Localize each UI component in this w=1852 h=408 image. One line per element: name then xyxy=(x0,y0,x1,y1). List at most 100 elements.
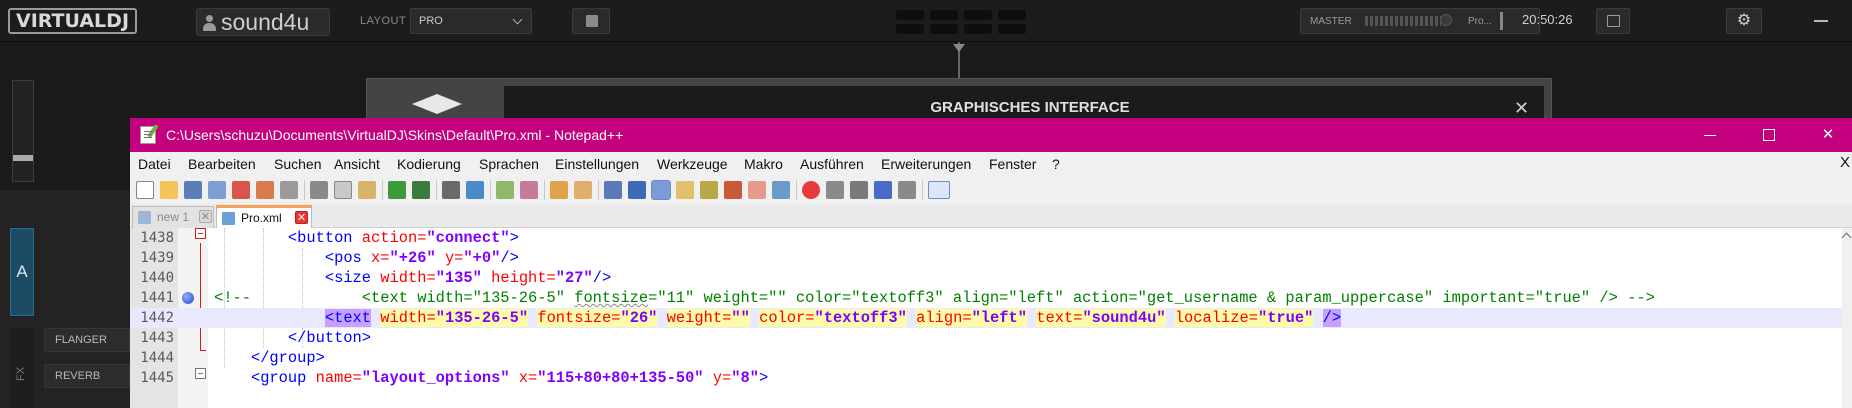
toolbar-separator xyxy=(922,180,923,200)
notepad-app-icon xyxy=(140,124,159,144)
gear-icon: ⚙ xyxy=(1736,12,1752,29)
monitor-icon[interactable] xyxy=(772,181,790,199)
paste-icon[interactable] xyxy=(358,181,376,199)
floppy-icon xyxy=(222,212,235,225)
menu-sprachen[interactable]: Sprachen xyxy=(479,156,539,172)
vdj-calendar-button[interactable] xyxy=(1596,8,1630,34)
tab-bar: new 1 ✕ Pro.xml ✕ xyxy=(130,204,1852,228)
vdj-layout-value: PRO xyxy=(419,15,443,27)
menu-bearbeiten[interactable]: Bearbeiten xyxy=(188,156,256,172)
word-wrap-icon[interactable] xyxy=(604,181,622,199)
folder-icon[interactable] xyxy=(676,181,694,199)
tab-close-icon[interactable]: ✕ xyxy=(199,210,212,223)
record-macro-icon[interactable] xyxy=(802,181,820,199)
tab-close-icon[interactable]: ✕ xyxy=(295,211,308,224)
new-file-icon[interactable] xyxy=(136,181,154,199)
close-button[interactable]: ✕ xyxy=(1808,122,1848,148)
menu-bar: Datei Bearbeiten Suchen Ansicht Kodierun… xyxy=(130,152,1852,174)
vdj-fx-reverb[interactable]: REVERB xyxy=(44,364,130,388)
stop-macro-icon[interactable] xyxy=(826,181,844,199)
slider-thumb[interactable] xyxy=(13,155,33,161)
vdj-settings-button[interactable]: ⚙ xyxy=(1726,8,1762,34)
menu-werkzeuge[interactable]: Werkzeuge xyxy=(657,156,728,172)
vdj-user-button[interactable]: sound4u xyxy=(196,8,330,36)
menu-makro[interactable]: Makro xyxy=(744,156,783,172)
print-icon[interactable] xyxy=(280,181,298,199)
bookmark-icon[interactable] xyxy=(182,292,194,304)
zoom-in-icon[interactable] xyxy=(496,181,514,199)
close-file-icon[interactable] xyxy=(232,181,250,199)
vdj-deck-a[interactable]: A xyxy=(10,228,34,316)
indent-guide-icon[interactable] xyxy=(651,180,671,200)
menu-close-document[interactable]: X xyxy=(1840,154,1850,171)
vdj-master-profile[interactable]: Pro... xyxy=(1468,16,1492,27)
menu-ausfuehren[interactable]: Ausführen xyxy=(800,156,864,172)
open-file-icon[interactable] xyxy=(160,181,178,199)
menu-kodierung[interactable]: Kodierung xyxy=(397,156,461,172)
vdj-fx-flanger[interactable]: FLANGER xyxy=(44,328,130,352)
vdj-master-level xyxy=(1500,12,1503,30)
vdj-fx-label: FX xyxy=(15,366,28,382)
minimize-button[interactable] xyxy=(1690,122,1730,148)
sync-horizontal-icon[interactable] xyxy=(574,181,592,199)
vdj-username: sound4u xyxy=(221,9,310,35)
menu-erweiterungen[interactable]: Erweiterungen xyxy=(881,156,971,172)
line-number: 1445 xyxy=(140,370,174,386)
close-all-icon[interactable] xyxy=(256,181,274,199)
vdj-pointer-arrow xyxy=(953,44,965,52)
scroll-up-icon[interactable] xyxy=(1841,232,1852,243)
menu-datei[interactable]: Datei xyxy=(138,156,171,172)
vdj-master-meter xyxy=(1365,16,1441,26)
zoom-out-icon[interactable] xyxy=(520,181,538,199)
mortarboard-icon xyxy=(412,94,462,114)
minimize-icon xyxy=(1704,135,1716,136)
code-editor[interactable]: 1438 <button action="connect"> 1439 <pos… xyxy=(130,228,1852,408)
pad-indicator xyxy=(896,24,924,34)
pad-indicator xyxy=(896,10,924,20)
undo-icon[interactable] xyxy=(388,181,406,199)
vdj-master-knob[interactable] xyxy=(1440,14,1452,26)
current-code-line: 1442 <text width="135-26-5" fontsize="26… xyxy=(130,308,1842,328)
notepad-titlebar[interactable]: C:\Users\schuzu\Documents\VirtualDJ\Skin… xyxy=(130,118,1852,152)
save-icon[interactable] xyxy=(184,181,202,199)
play-macro-icon[interactable] xyxy=(850,181,868,199)
vertical-scrollbar[interactable] xyxy=(1841,228,1852,408)
function-list-icon[interactable] xyxy=(724,181,742,199)
vdj-box-button[interactable] xyxy=(572,8,610,34)
vdj-dialog-title: GRAPHISCHES INTERFACE xyxy=(930,99,1130,116)
save-macro-icon[interactable] xyxy=(898,181,916,199)
menu-suchen[interactable]: Suchen xyxy=(274,156,321,172)
document-map-icon[interactable] xyxy=(700,181,718,199)
vdj-dialog-close-button[interactable]: ✕ xyxy=(1514,98,1529,119)
redo-icon[interactable] xyxy=(412,181,430,199)
vdj-layout-select[interactable]: PRO xyxy=(410,8,532,34)
vdj-pitch-slider[interactable] xyxy=(12,80,34,182)
vdj-clock: 20:50:26 xyxy=(1522,12,1573,27)
minimize-icon[interactable] xyxy=(1814,20,1828,22)
save-all-icon[interactable] xyxy=(208,181,226,199)
copy-icon[interactable] xyxy=(334,181,352,199)
cube-icon xyxy=(586,15,598,27)
show-all-chars-icon[interactable] xyxy=(628,181,646,199)
folder-workspace-icon[interactable] xyxy=(748,181,766,199)
find-icon[interactable] xyxy=(442,181,460,199)
menu-help[interactable]: ? xyxy=(1052,156,1060,172)
sync-vertical-icon[interactable] xyxy=(550,181,568,199)
menu-fenster[interactable]: Fenster xyxy=(989,156,1036,172)
spellcheck-icon[interactable] xyxy=(928,181,950,199)
code-comment: <!-- <text width="135-26-5" fontsize="11… xyxy=(214,289,1655,307)
menu-einstellungen[interactable]: Einstellungen xyxy=(555,156,639,172)
run-macro-multiple-icon[interactable] xyxy=(874,181,892,199)
tab-pro-xml[interactable]: Pro.xml ✕ xyxy=(216,205,312,228)
toolbar-separator xyxy=(598,180,599,200)
cut-icon[interactable] xyxy=(310,181,328,199)
code-line: 1441 <!-- <text width="135-26-5" fontsiz… xyxy=(130,288,1842,308)
pad-indicator xyxy=(998,10,1026,20)
code-line: 1444 </group> xyxy=(130,348,1842,368)
replace-icon[interactable] xyxy=(466,181,484,199)
menu-ansicht[interactable]: Ansicht xyxy=(334,156,380,172)
notepad-window: C:\Users\schuzu\Documents\VirtualDJ\Skin… xyxy=(130,118,1852,408)
code-line: 1443 </button> xyxy=(130,328,1842,348)
maximize-button[interactable] xyxy=(1749,122,1789,148)
tab-new-1[interactable]: new 1 ✕ xyxy=(132,206,214,228)
